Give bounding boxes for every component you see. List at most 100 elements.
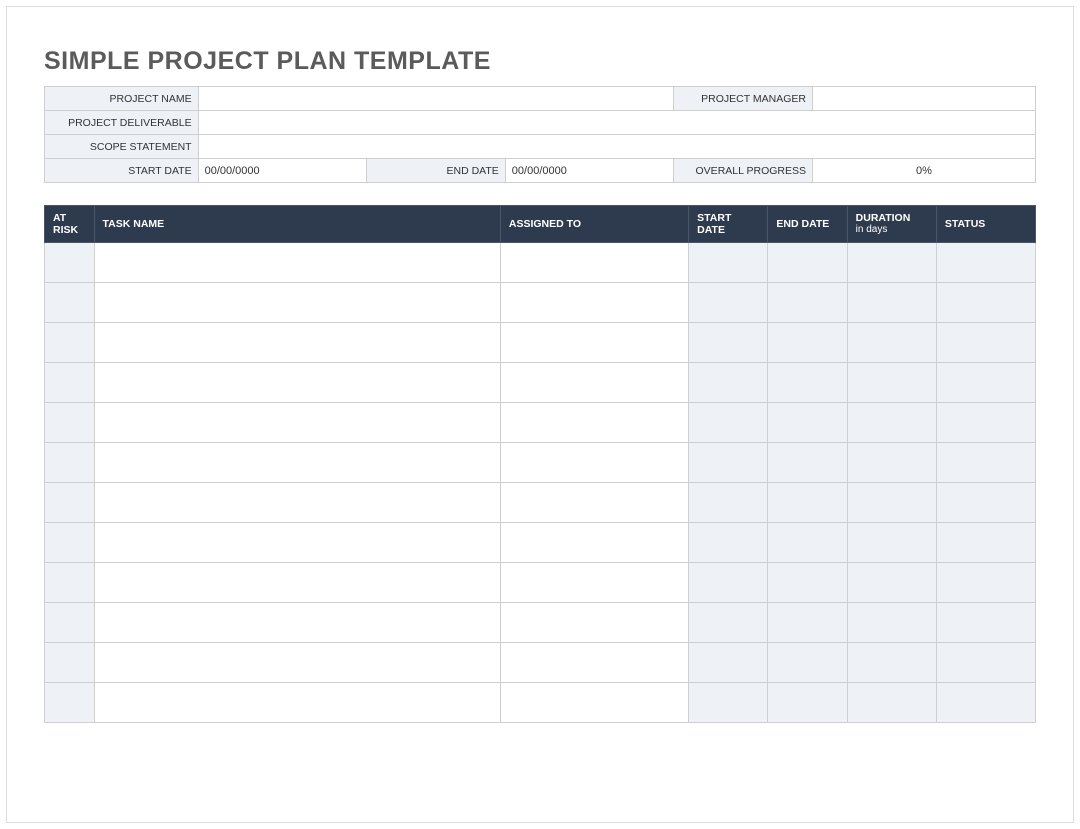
cell-task-name[interactable]: [94, 323, 500, 363]
end-date-label: END DATE: [367, 159, 506, 183]
cell-task-name[interactable]: [94, 523, 500, 563]
meta-row-deliverable: PROJECT DELIVERABLE: [45, 111, 1036, 135]
overall-progress-value[interactable]: 0%: [813, 159, 1036, 183]
cell-duration[interactable]: [847, 403, 936, 443]
cell-assigned-to[interactable]: [500, 363, 688, 403]
cell-start-date[interactable]: [689, 483, 768, 523]
cell-start-date[interactable]: [689, 603, 768, 643]
project-manager-value[interactable]: [813, 87, 1036, 111]
cell-end-date[interactable]: [768, 243, 847, 283]
cell-task-name[interactable]: [94, 243, 500, 283]
cell-task-name[interactable]: [94, 603, 500, 643]
cell-duration[interactable]: [847, 683, 936, 723]
cell-status[interactable]: [936, 443, 1035, 483]
col-status: STATUS: [936, 206, 1035, 243]
cell-assigned-to[interactable]: [500, 443, 688, 483]
cell-task-name[interactable]: [94, 363, 500, 403]
cell-duration[interactable]: [847, 483, 936, 523]
project-deliverable-value[interactable]: [198, 111, 1035, 135]
cell-at-risk[interactable]: [45, 323, 95, 363]
cell-status[interactable]: [936, 363, 1035, 403]
cell-end-date[interactable]: [768, 483, 847, 523]
cell-task-name[interactable]: [94, 483, 500, 523]
cell-duration[interactable]: [847, 643, 936, 683]
cell-task-name[interactable]: [94, 683, 500, 723]
cell-task-name[interactable]: [94, 283, 500, 323]
cell-at-risk[interactable]: [45, 603, 95, 643]
cell-at-risk[interactable]: [45, 443, 95, 483]
cell-start-date[interactable]: [689, 403, 768, 443]
cell-task-name[interactable]: [94, 643, 500, 683]
cell-assigned-to[interactable]: [500, 563, 688, 603]
cell-start-date[interactable]: [689, 323, 768, 363]
cell-status[interactable]: [936, 563, 1035, 603]
cell-status[interactable]: [936, 683, 1035, 723]
scope-statement-value[interactable]: [198, 135, 1035, 159]
cell-at-risk[interactable]: [45, 683, 95, 723]
cell-status[interactable]: [936, 483, 1035, 523]
cell-assigned-to[interactable]: [500, 683, 688, 723]
cell-start-date[interactable]: [689, 443, 768, 483]
cell-assigned-to[interactable]: [500, 323, 688, 363]
cell-status[interactable]: [936, 523, 1035, 563]
cell-assigned-to[interactable]: [500, 603, 688, 643]
cell-start-date[interactable]: [689, 363, 768, 403]
cell-start-date[interactable]: [689, 523, 768, 563]
cell-duration[interactable]: [847, 563, 936, 603]
cell-assigned-to[interactable]: [500, 523, 688, 563]
cell-start-date[interactable]: [689, 243, 768, 283]
cell-end-date[interactable]: [768, 683, 847, 723]
start-date-value[interactable]: 00/00/0000: [198, 159, 366, 183]
table-row: [45, 443, 1036, 483]
cell-end-date[interactable]: [768, 323, 847, 363]
cell-end-date[interactable]: [768, 523, 847, 563]
cell-assigned-to[interactable]: [500, 483, 688, 523]
meta-row-dates: START DATE 00/00/0000 END DATE 00/00/000…: [45, 159, 1036, 183]
cell-start-date[interactable]: [689, 683, 768, 723]
cell-end-date[interactable]: [768, 283, 847, 323]
cell-duration[interactable]: [847, 603, 936, 643]
cell-at-risk[interactable]: [45, 283, 95, 323]
cell-status[interactable]: [936, 403, 1035, 443]
project-name-value[interactable]: [198, 87, 674, 111]
project-name-label: PROJECT NAME: [45, 87, 199, 111]
cell-assigned-to[interactable]: [500, 243, 688, 283]
col-duration: DURATION in days: [847, 206, 936, 243]
cell-duration[interactable]: [847, 443, 936, 483]
cell-at-risk[interactable]: [45, 363, 95, 403]
cell-end-date[interactable]: [768, 403, 847, 443]
cell-duration[interactable]: [847, 283, 936, 323]
cell-duration[interactable]: [847, 523, 936, 563]
cell-at-risk[interactable]: [45, 563, 95, 603]
cell-at-risk[interactable]: [45, 523, 95, 563]
cell-at-risk[interactable]: [45, 243, 95, 283]
cell-task-name[interactable]: [94, 563, 500, 603]
cell-start-date[interactable]: [689, 563, 768, 603]
cell-task-name[interactable]: [94, 443, 500, 483]
cell-at-risk[interactable]: [45, 483, 95, 523]
cell-assigned-to[interactable]: [500, 643, 688, 683]
cell-end-date[interactable]: [768, 603, 847, 643]
cell-duration[interactable]: [847, 243, 936, 283]
end-date-value[interactable]: 00/00/0000: [505, 159, 673, 183]
cell-status[interactable]: [936, 643, 1035, 683]
cell-start-date[interactable]: [689, 283, 768, 323]
cell-end-date[interactable]: [768, 563, 847, 603]
cell-status[interactable]: [936, 283, 1035, 323]
cell-end-date[interactable]: [768, 363, 847, 403]
cell-end-date[interactable]: [768, 643, 847, 683]
cell-at-risk[interactable]: [45, 403, 95, 443]
cell-status[interactable]: [936, 243, 1035, 283]
cell-status[interactable]: [936, 603, 1035, 643]
cell-start-date[interactable]: [689, 643, 768, 683]
cell-task-name[interactable]: [94, 403, 500, 443]
col-task-name: TASK NAME: [94, 206, 500, 243]
table-row: [45, 243, 1036, 283]
cell-assigned-to[interactable]: [500, 283, 688, 323]
cell-duration[interactable]: [847, 363, 936, 403]
cell-duration[interactable]: [847, 323, 936, 363]
cell-end-date[interactable]: [768, 443, 847, 483]
cell-at-risk[interactable]: [45, 643, 95, 683]
cell-assigned-to[interactable]: [500, 403, 688, 443]
cell-status[interactable]: [936, 323, 1035, 363]
